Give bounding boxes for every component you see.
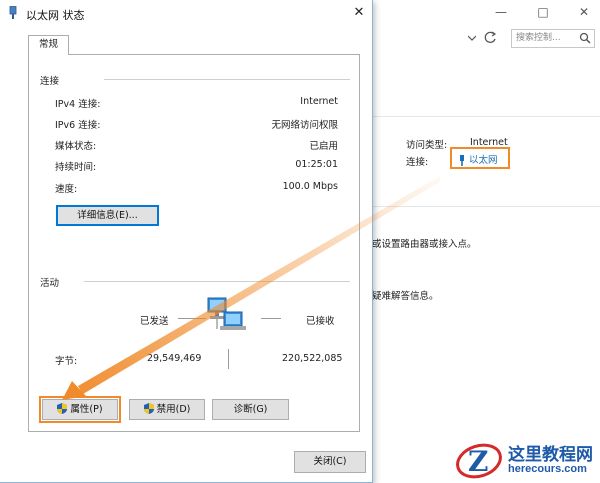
duration-label: 持续时间: [55, 162, 97, 173]
received-line [261, 318, 281, 319]
diagnose-button[interactable]: 诊断(G) [212, 399, 289, 420]
speed-label: 速度: [55, 184, 78, 195]
search-input[interactable]: 搜索控制... [511, 29, 595, 48]
disable-button-label: 禁用(D) [156, 404, 191, 415]
bytes-divider [228, 349, 229, 369]
access-type-label: 访问类型: [406, 140, 448, 151]
properties-button-label: 属性(P) [70, 404, 103, 415]
ipv6-value: 无网络访问权限 [271, 120, 338, 131]
properties-button[interactable]: 属性(P) [39, 396, 121, 423]
tab-general[interactable]: 常规 [28, 35, 69, 55]
setup-router-text: 或设置路由器或接入点。 [372, 239, 477, 250]
troubleshoot-text: 疑难解答信息。 [372, 291, 439, 302]
connection-link-label: 以太网 [469, 155, 498, 166]
search-placeholder: 搜索控制... [516, 33, 561, 43]
search-icon[interactable] [579, 32, 591, 44]
details-button[interactable]: 详细信息(E)... [56, 205, 159, 226]
ipv4-label: IPv4 连接: [55, 99, 101, 110]
refresh-icon[interactable] [484, 31, 497, 44]
close-icon[interactable]: ✕ [576, 4, 592, 20]
group-divider [84, 281, 350, 282]
sent-line [178, 318, 206, 319]
connection-link[interactable]: 以太网 [458, 152, 498, 166]
connection-label: 连接: [406, 157, 429, 168]
ethernet-icon [9, 6, 17, 19]
bytes-received-value: 220,522,085 [282, 353, 343, 364]
watermark-name-cn: 这里教程网 [508, 445, 593, 465]
speed-value: 100.0 Mbps [282, 181, 338, 192]
network-activity-icon [207, 297, 246, 330]
activity-group-title: 活动 [40, 278, 60, 289]
watermark: Z 这里教程网 herecours.com [452, 438, 598, 482]
bg-separator [372, 116, 600, 117]
connection-group-title: 连接 [40, 76, 60, 87]
maximize-icon[interactable]: □ [535, 4, 551, 20]
duration-value: 01:25:01 [295, 159, 338, 170]
uac-shield-icon [57, 403, 68, 414]
uac-shield-icon [143, 403, 154, 414]
svg-text:Z: Z [468, 445, 488, 478]
address-bar[interactable] [372, 28, 502, 48]
bg-separator [372, 206, 600, 207]
disable-button[interactable]: 禁用(D) [129, 399, 205, 420]
close-icon[interactable]: ✕ [350, 4, 368, 22]
group-divider [104, 79, 350, 80]
chevron-down-icon[interactable] [468, 34, 476, 42]
bytes-label: 字节: [55, 356, 78, 367]
ethernet-icon [460, 155, 464, 166]
ipv6-label: IPv6 连接: [55, 120, 101, 131]
tab-panel-general [28, 54, 360, 432]
ipv4-value: Internet [300, 96, 338, 107]
dialog-title-bar: 以太网 状态 ✕ [0, 0, 372, 26]
sent-label: 已发送 [140, 316, 169, 327]
minimize-icon[interactable]: — [493, 4, 509, 20]
received-label: 已接收 [306, 316, 335, 327]
media-state-label: 媒体状态: [55, 141, 97, 152]
ethernet-status-dialog: 以太网 状态 ✕ 常规 连接 IPv4 连接: Internet IPv6 连接… [0, 0, 373, 483]
bytes-sent-value: 29,549,469 [147, 353, 202, 364]
watermark-name-en: herecours.com [508, 463, 587, 475]
watermark-logo-icon: Z [456, 443, 502, 479]
media-state-value: 已启用 [309, 141, 338, 152]
close-button[interactable]: 关闭(C) [294, 451, 366, 473]
dialog-title: 以太网 状态 [26, 9, 85, 22]
